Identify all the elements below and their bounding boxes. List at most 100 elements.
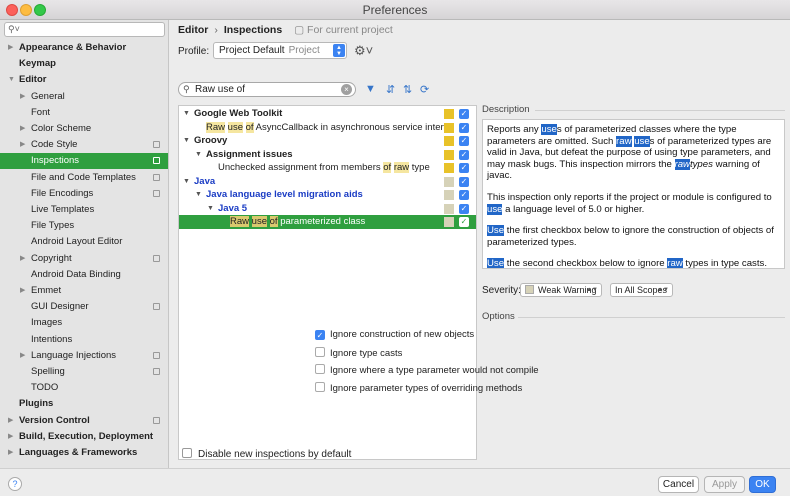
scope-select[interactable]: In All Scopes ▲▼ bbox=[610, 283, 673, 297]
checkbox-box[interactable]: ✓ bbox=[315, 330, 325, 340]
tree-row-label: Java bbox=[194, 175, 216, 187]
sidebar-item-android-data-binding[interactable]: Android Data Binding bbox=[0, 267, 168, 283]
sidebar-item-appearance-behavior[interactable]: ▶ Appearance & Behavior bbox=[0, 40, 168, 56]
ok-button[interactable]: OK bbox=[749, 476, 776, 493]
tree-inspection-row[interactable]: Raw use of parameterized class ✓ bbox=[179, 215, 476, 229]
sidebar-item-images[interactable]: Images bbox=[0, 315, 168, 331]
expand-all-icon[interactable]: ⇵ bbox=[386, 83, 395, 96]
help-button[interactable]: ? bbox=[8, 477, 22, 491]
sidebar-item-language-injections[interactable]: ▶ Language Injections bbox=[0, 348, 168, 364]
clear-icon[interactable]: × bbox=[341, 84, 352, 95]
window-title: Preferences bbox=[362, 3, 428, 17]
option-ignore-construction-of-new-objects-checkbox[interactable]: ✓ Ignore construction of new objects bbox=[315, 329, 474, 340]
sidebar-item-languages-frameworks[interactable]: ▶ Languages & Frameworks bbox=[0, 445, 168, 461]
severity-select[interactable]: Weak Warning ▲▼ bbox=[520, 283, 602, 297]
sidebar-item-version-control[interactable]: ▶ Version Control bbox=[0, 413, 168, 429]
sidebar-item-gui-designer[interactable]: GUI Designer bbox=[0, 299, 168, 315]
tree-group-row[interactable]: ▼ Assignment issues ✓ bbox=[179, 148, 476, 162]
enabled-checkbox[interactable]: ✓ bbox=[459, 203, 469, 214]
chevron-right-icon[interactable]: ▶ bbox=[20, 89, 25, 105]
chevron-down-icon[interactable]: ▼ bbox=[8, 72, 15, 88]
enabled-checkbox[interactable]: ✓ bbox=[459, 163, 469, 173]
tree-group-row[interactable]: ▼ Java language level migration aids ✓ bbox=[179, 188, 476, 202]
chevron-right-icon[interactable]: ▶ bbox=[20, 121, 25, 137]
enabled-checkbox[interactable]: ✓ bbox=[459, 122, 469, 133]
sidebar-item-label: Live Templates bbox=[31, 204, 95, 215]
sidebar-item-build-execution-deployment[interactable]: ▶ Build, Execution, Deployment bbox=[0, 429, 168, 445]
severity-icon bbox=[444, 109, 454, 119]
sidebar-item-general[interactable]: ▶ General bbox=[0, 89, 168, 105]
option-ignore-type-casts-checkbox[interactable]: Ignore type casts bbox=[315, 346, 403, 359]
enabled-checkbox[interactable]: ✓ bbox=[459, 109, 469, 119]
sidebar-item-live-templates[interactable]: Live Templates bbox=[0, 202, 168, 218]
tree-group-row[interactable]: ▼ Java ✓ bbox=[179, 175, 476, 189]
checkbox-box[interactable] bbox=[315, 346, 325, 357]
checkbox-box[interactable] bbox=[182, 448, 192, 458]
profile-label: Profile: bbox=[178, 46, 210, 57]
settings-search-input[interactable]: ⚲˅ bbox=[4, 22, 165, 37]
description-paragraph: This inspection only reports if the proj… bbox=[487, 191, 772, 215]
cancel-button[interactable]: Cancel bbox=[658, 476, 699, 493]
tree-group-row[interactable]: ▼ Google Web Toolkit ✓ bbox=[179, 107, 476, 121]
checkbox-box[interactable] bbox=[315, 381, 325, 392]
sidebar-item-spelling[interactable]: Spelling bbox=[0, 364, 168, 380]
tree-row-label: Java 5 bbox=[218, 202, 248, 214]
profile-select[interactable]: Project Default Project ▲ ▼ bbox=[213, 42, 347, 59]
sidebar-item-label: Emmet bbox=[31, 285, 62, 296]
disable-new-inspections-checkbox[interactable]: Disable new inspections by default bbox=[182, 448, 351, 460]
chevron-right-icon[interactable]: ▶ bbox=[20, 348, 25, 364]
chevron-right-icon[interactable]: ▶ bbox=[8, 413, 13, 429]
chevron-down-icon[interactable]: ▼ bbox=[183, 107, 190, 121]
reset-icon[interactable]: ⟳ bbox=[420, 83, 429, 96]
option-label: Ignore type casts bbox=[330, 347, 403, 359]
sidebar-item-code-style[interactable]: ▶ Code Style bbox=[0, 137, 168, 153]
chevron-right-icon[interactable]: ▶ bbox=[8, 429, 13, 445]
severity-icon bbox=[444, 149, 454, 160]
enabled-checkbox[interactable]: ✓ bbox=[459, 217, 469, 227]
chevron-right-icon[interactable]: ▶ bbox=[8, 445, 13, 461]
chevron-right-icon[interactable]: ▶ bbox=[20, 137, 25, 153]
sidebar-item-intentions[interactable]: Intentions bbox=[0, 332, 168, 348]
enabled-checkbox[interactable]: ✓ bbox=[459, 136, 469, 146]
sidebar-item-editor[interactable]: ▼ Editor bbox=[0, 72, 168, 88]
sidebar-item-copyright[interactable]: ▶ Copyright bbox=[0, 251, 168, 267]
enabled-checkbox[interactable]: ✓ bbox=[459, 176, 469, 187]
sidebar-item-file-and-code-templates[interactable]: File and Code Templates bbox=[0, 170, 168, 186]
option-ignore-parameter-types-of-overriding-methods-checkbox[interactable]: Ignore parameter types of overriding met… bbox=[315, 381, 522, 394]
chevron-right-icon[interactable]: ▶ bbox=[20, 251, 25, 267]
chevron-right-icon[interactable]: ▶ bbox=[20, 283, 25, 299]
sidebar-item-emmet[interactable]: ▶ Emmet bbox=[0, 283, 168, 299]
enabled-checkbox[interactable]: ✓ bbox=[459, 190, 469, 200]
severity-label: Severity: bbox=[482, 285, 521, 296]
sidebar-item-todo[interactable]: TODO bbox=[0, 380, 168, 396]
apply-button[interactable]: Apply bbox=[704, 476, 745, 493]
sidebar-item-label: GUI Designer bbox=[31, 301, 89, 313]
tree-row-label: Google Web Toolkit bbox=[194, 108, 283, 119]
tree-group-row[interactable]: ▼ Groovy ✓ bbox=[179, 134, 476, 148]
tree-inspection-row[interactable]: Unchecked assignment from members of raw… bbox=[179, 161, 476, 175]
checkbox-box[interactable] bbox=[315, 364, 325, 374]
enabled-checkbox[interactable]: ✓ bbox=[459, 149, 469, 160]
divider bbox=[535, 110, 785, 111]
sidebar-item-android-layout-editor[interactable]: Android Layout Editor bbox=[0, 234, 168, 250]
collapse-all-icon[interactable]: ⇅ bbox=[403, 83, 412, 96]
chevron-down-icon[interactable]: ▼ bbox=[195, 148, 202, 162]
sidebar-item-font[interactable]: Font bbox=[0, 105, 168, 121]
gear-icon[interactable]: ⚙˅ bbox=[354, 43, 373, 59]
sidebar-item-inspections[interactable]: Inspections bbox=[0, 153, 168, 170]
chevron-down-icon[interactable]: ▼ bbox=[195, 188, 202, 202]
filter-icon[interactable]: ▼ bbox=[365, 83, 376, 95]
sidebar-item-plugins[interactable]: Plugins bbox=[0, 396, 168, 412]
sidebar-item-file-types[interactable]: File Types bbox=[0, 218, 168, 234]
chevron-down-icon[interactable]: ▼ bbox=[183, 134, 190, 148]
inspection-filter-input[interactable]: ⚲ Raw use of × bbox=[178, 82, 356, 97]
chevron-down-icon[interactable]: ▼ bbox=[207, 202, 214, 216]
sidebar-item-file-encodings[interactable]: File Encodings bbox=[0, 186, 168, 202]
sidebar-item-color-scheme[interactable]: ▶ Color Scheme bbox=[0, 121, 168, 137]
tree-inspection-row[interactable]: Raw use of AsyncCallback in asynchronous… bbox=[179, 121, 476, 135]
chevron-right-icon[interactable]: ▶ bbox=[8, 40, 13, 56]
tree-group-row[interactable]: ▼ Java 5 ✓ bbox=[179, 202, 476, 216]
sidebar-item-keymap[interactable]: Keymap bbox=[0, 56, 168, 72]
option-ignore-where-a-type-parameter-would-not-compile-checkbox[interactable]: Ignore where a type parameter would not … bbox=[315, 364, 539, 376]
chevron-down-icon[interactable]: ▼ bbox=[183, 175, 190, 189]
